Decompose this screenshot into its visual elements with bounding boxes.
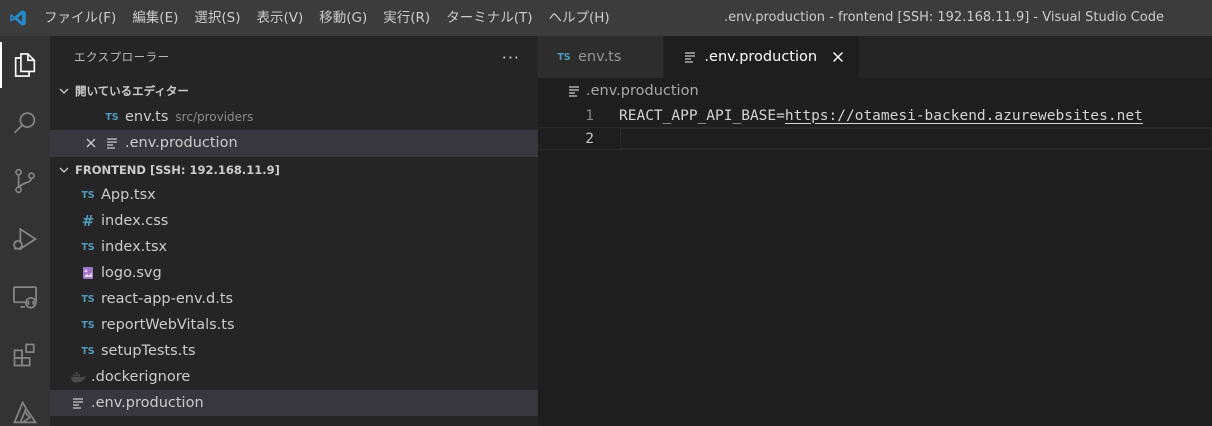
activity-bar: [0, 36, 50, 426]
files-icon[interactable]: [0, 36, 50, 94]
file-name: logo.svg: [101, 265, 162, 281]
chevron-down-icon: [56, 85, 72, 97]
typescript-file-icon: TS: [557, 51, 571, 63]
code-editor[interactable]: 1 REACT_APP_API_BASE=https://otamesi-bac…: [538, 104, 1212, 150]
file-name: .dockerignore: [91, 369, 191, 385]
file-item[interactable]: .dockerignore: [50, 364, 538, 390]
breadcrumb[interactable]: .env.production: [538, 78, 1212, 104]
folder-label: FRONTEND [SSH: 192.168.11.9]: [75, 162, 280, 177]
breadcrumb-file[interactable]: .env.production: [586, 83, 699, 99]
svg-file-icon: [78, 266, 98, 280]
plain-file-icon: [68, 397, 88, 409]
line-number: 1: [585, 107, 594, 124]
plain-file-icon: [680, 51, 700, 63]
menu-selection[interactable]: 選択(S): [186, 0, 248, 36]
file-item[interactable]: .env.production: [50, 390, 538, 416]
explorer-sidebar: エクスプローラー ··· 開いているエディター TS env.ts src/pr…: [50, 36, 538, 426]
open-editor-path: src/providers: [175, 110, 254, 124]
tab-env-production[interactable]: .env.production: [664, 36, 861, 78]
typescript-file-icon: TS: [81, 241, 95, 253]
search-icon[interactable]: [0, 94, 50, 152]
css-file-icon: #: [81, 212, 95, 230]
typescript-file-icon: TS: [81, 293, 95, 305]
file-name: reportWebVitals.ts: [101, 317, 235, 333]
plain-file-icon: [564, 85, 584, 97]
menu-go[interactable]: 移動(G): [311, 0, 375, 36]
code-line[interactable]: 1 REACT_APP_API_BASE=https://otamesi-bac…: [538, 104, 1212, 127]
menu-run[interactable]: 実行(R): [375, 0, 438, 36]
file-name: App.tsx: [101, 187, 156, 203]
file-name: .env.production: [91, 395, 204, 411]
vscode-logo-icon: [0, 0, 36, 36]
typescript-file-icon: TS: [105, 111, 119, 123]
open-editor-item[interactable]: TS env.ts src/providers: [50, 104, 538, 130]
typescript-file-icon: TS: [81, 345, 95, 357]
typescript-file-icon: TS: [81, 319, 95, 331]
file-item[interactable]: TS index.tsx: [50, 234, 538, 260]
current-line-highlight: [620, 128, 1212, 149]
file-item[interactable]: TS App.tsx: [50, 182, 538, 208]
menu-edit[interactable]: 編集(E): [124, 0, 186, 36]
extensions-icon[interactable]: [0, 326, 50, 384]
file-item[interactable]: TS setupTests.ts: [50, 338, 538, 364]
typescript-file-icon: TS: [81, 189, 95, 201]
editor-area: TS env.ts .env.production .env.productio…: [538, 36, 1212, 426]
file-item[interactable]: # index.css: [50, 208, 538, 234]
open-editor-name: .env.production: [125, 135, 238, 151]
tab-env-ts[interactable]: TS env.ts: [538, 36, 665, 78]
explorer-header: エクスプローラー ···: [50, 36, 538, 78]
azure-icon[interactable]: [0, 384, 50, 426]
file-name: index.tsx: [101, 239, 168, 255]
chevron-down-icon: [56, 164, 72, 176]
file-item[interactable]: logo.svg: [50, 260, 538, 286]
menu-bar: ファイル(F) 編集(E) 選択(S) 表示(V) 移動(G) 実行(R) ター…: [36, 0, 618, 36]
window-title: .env.production - frontend [SSH: 192.168…: [724, 10, 1164, 25]
open-editor-item[interactable]: .env.production: [50, 130, 538, 156]
file-name: react-app-env.d.ts: [101, 291, 234, 307]
line-number: 2: [585, 130, 594, 147]
editor-tabs: TS env.ts .env.production: [538, 36, 1212, 78]
more-actions-button[interactable]: ···: [502, 48, 520, 67]
tab-label: .env.production: [704, 49, 818, 65]
file-name: setupTests.ts: [101, 343, 196, 359]
folder-header[interactable]: FRONTEND [SSH: 192.168.11.9]: [50, 156, 538, 182]
source-control-icon[interactable]: [0, 152, 50, 210]
explorer-title: エクスプローラー: [74, 50, 170, 64]
open-editors-header[interactable]: 開いているエディター: [50, 78, 538, 104]
line-text[interactable]: REACT_APP_API_BASE=https://otamesi-backe…: [602, 108, 1143, 124]
env-key: REACT_APP_API_BASE=: [619, 107, 785, 124]
remote-explorer-icon[interactable]: [0, 268, 50, 326]
close-tab-icon[interactable]: [829, 48, 847, 66]
env-url-link[interactable]: https://otamesi-backend.azurewebsites.ne…: [785, 108, 1143, 124]
menu-help[interactable]: ヘルプ(H): [540, 0, 617, 36]
open-editor-name: env.ts: [125, 109, 169, 125]
file-item[interactable]: TS react-app-env.d.ts: [50, 286, 538, 312]
docker-file-icon: [68, 371, 88, 383]
code-line-current[interactable]: 2: [538, 127, 1212, 150]
close-editor-icon[interactable]: [80, 137, 102, 149]
title-bar: ファイル(F) 編集(E) 選択(S) 表示(V) 移動(G) 実行(R) ター…: [0, 0, 1212, 36]
tab-label: env.ts: [578, 49, 622, 65]
menu-file[interactable]: ファイル(F): [36, 0, 124, 36]
menu-terminal[interactable]: ターミナル(T): [438, 0, 540, 36]
menu-view[interactable]: 表示(V): [249, 0, 312, 36]
plain-file-icon: [102, 137, 122, 149]
file-item[interactable]: TS reportWebVitals.ts: [50, 312, 538, 338]
open-editors-label: 開いているエディター: [75, 84, 189, 98]
run-debug-icon[interactable]: [0, 210, 50, 268]
file-name: index.css: [101, 213, 169, 229]
